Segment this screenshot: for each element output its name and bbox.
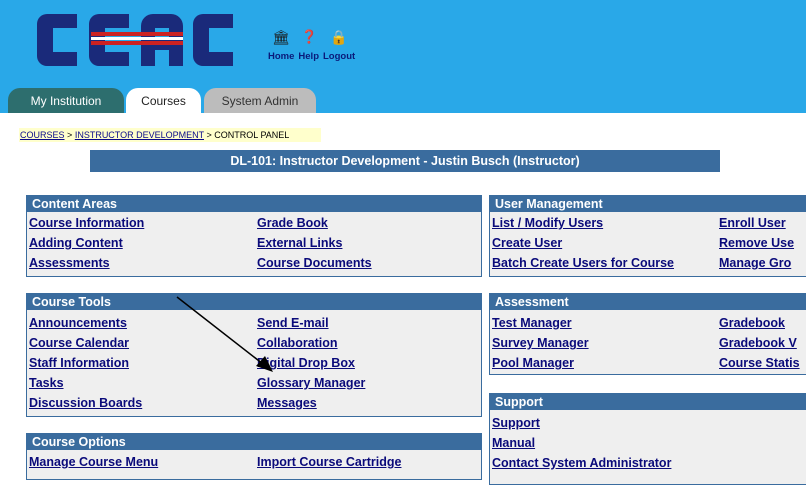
panel-title: Support — [490, 394, 806, 410]
panel-title: User Management — [490, 196, 806, 212]
link-survey-manager[interactable]: Survey Manager — [492, 336, 589, 350]
link-course-calendar[interactable]: Course Calendar — [29, 336, 129, 350]
link-staff-information[interactable]: Staff Information — [29, 356, 129, 370]
link-import-course-cartridge[interactable]: Import Course Cartridge — [257, 455, 401, 469]
tab-system-admin[interactable]: System Admin — [204, 88, 316, 113]
link-gradebook-views[interactable]: Gradebook V — [719, 336, 797, 350]
panel-support: Support Support Manual Contact System Ad… — [489, 393, 806, 485]
course-title: DL-101: Instructor Development - Justin … — [90, 150, 720, 172]
link-enroll-user[interactable]: Enroll User — [719, 216, 786, 230]
breadcrumb: COURSES > INSTRUCTOR DEVELOPMENT > CONTR… — [19, 128, 321, 142]
link-send-email[interactable]: Send E-mail — [257, 316, 329, 330]
tab-courses[interactable]: Courses — [126, 88, 201, 113]
link-external-links[interactable]: External Links — [257, 236, 342, 250]
link-create-user[interactable]: Create User — [492, 236, 562, 250]
link-digital-drop-box[interactable]: Digital Drop Box — [257, 356, 355, 370]
breadcrumb-separator: > — [206, 130, 212, 140]
link-messages[interactable]: Messages — [257, 396, 317, 410]
link-manage-course-menu[interactable]: Manage Course Menu — [29, 455, 158, 469]
link-test-manager[interactable]: Test Manager — [492, 316, 572, 330]
link-manage-groups[interactable]: Manage Gro — [719, 256, 791, 270]
link-glossary-manager[interactable]: Glossary Manager — [257, 376, 365, 390]
home-icon[interactable]: 🏛 — [272, 30, 290, 46]
link-course-documents[interactable]: Course Documents — [257, 256, 372, 270]
breadcrumb-control-panel: CONTROL PANEL — [214, 130, 290, 140]
link-collaboration[interactable]: Collaboration — [257, 336, 338, 350]
link-adding-content[interactable]: Adding Content — [29, 236, 123, 250]
link-gradebook[interactable]: Gradebook — [719, 316, 785, 330]
panel-title: Course Tools — [27, 294, 481, 310]
breadcrumb-separator: > — [67, 130, 73, 140]
home-link[interactable]: Home — [268, 51, 294, 62]
link-discussion-boards[interactable]: Discussion Boards — [29, 396, 142, 410]
link-grade-book[interactable]: Grade Book — [257, 216, 328, 230]
panel-assessment: Assessment Test Manager Survey Manager P… — [489, 293, 806, 375]
link-pool-manager[interactable]: Pool Manager — [492, 356, 574, 370]
logout-icon[interactable]: 🔒 — [330, 30, 347, 46]
link-batch-create-users[interactable]: Batch Create Users for Course — [492, 256, 674, 270]
panel-course-options: Course Options Manage Course Menu Import… — [26, 433, 482, 480]
tab-my-institution[interactable]: My Institution — [8, 88, 124, 113]
link-manual[interactable]: Manual — [492, 436, 535, 450]
breadcrumb-instructor-development[interactable]: INSTRUCTOR DEVELOPMENT — [75, 130, 204, 140]
panel-title: Assessment — [490, 294, 806, 310]
panel-content-areas: Content Areas Course Information Adding … — [26, 195, 482, 277]
help-link[interactable]: Help — [298, 51, 319, 62]
link-course-information[interactable]: Course Information — [29, 216, 144, 230]
link-list-modify-users[interactable]: List / Modify Users — [492, 216, 603, 230]
help-icon[interactable]: ❓ — [301, 30, 317, 45]
breadcrumb-courses[interactable]: COURSES — [20, 130, 65, 140]
link-announcements[interactable]: Announcements — [29, 316, 127, 330]
link-contact-system-administrator[interactable]: Contact System Administrator — [492, 456, 671, 470]
link-remove-user[interactable]: Remove Use — [719, 236, 794, 250]
panel-title: Course Options — [27, 434, 481, 450]
panel-course-tools: Course Tools Announcements Course Calend… — [26, 293, 482, 417]
header-band: 🏛 ❓ 🔒 Home Help Logout My Institution Cour… — [0, 0, 806, 113]
link-course-statistics[interactable]: Course Statis — [719, 356, 800, 370]
ccac-logo — [37, 14, 233, 66]
panel-user-management: User Management List / Modify Users Crea… — [489, 195, 806, 277]
logout-link[interactable]: Logout — [323, 51, 355, 62]
link-assessments[interactable]: Assessments — [29, 256, 110, 270]
link-tasks[interactable]: Tasks — [29, 376, 64, 390]
link-support[interactable]: Support — [492, 416, 540, 430]
panel-title: Content Areas — [27, 196, 481, 212]
